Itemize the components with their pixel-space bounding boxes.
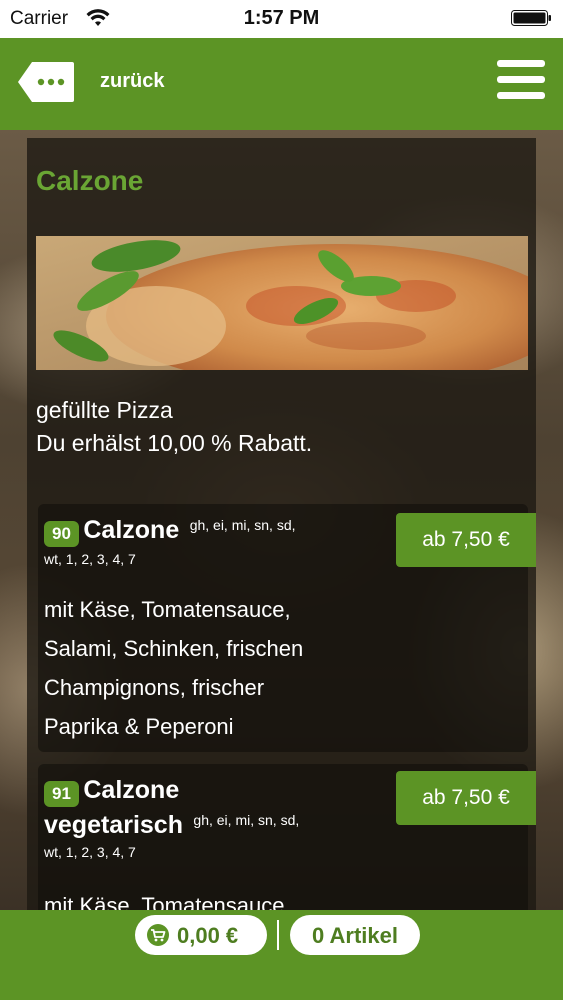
article-count: 0 Artikel [311, 923, 398, 948]
category-title: Calzone [36, 165, 144, 196]
item-description-line: Champignons, frischer [44, 675, 265, 700]
shopping-cart-icon [147, 924, 169, 946]
cart-total-button[interactable]: 0,00 € [135, 915, 267, 955]
discount-line: Du erhälst 10,00 % Rabatt. [36, 430, 313, 456]
divider [277, 920, 279, 950]
price-button[interactable]: ab 7,50 € [396, 513, 536, 567]
item-description: mit Käse, Tomatensauce, Salami, Schinken… [44, 590, 384, 746]
battery-icon [511, 10, 551, 26]
item-allergens: gh, ei, mi, sn, sd, [193, 811, 300, 828]
back-label[interactable]: zurück [100, 70, 164, 93]
item-name: vegetarisch [44, 810, 183, 839]
item-allergens: wt, 1, 2, 3, 4, 7 [44, 843, 136, 860]
item-description-line: mit Käse, Tomatensauce, [44, 597, 291, 622]
status-bar: Carrier 1:57 PM [0, 0, 563, 38]
item-name: Calzone [83, 516, 180, 544]
nav-bar: zurück [0, 38, 563, 130]
item-description-line: Salami, Schinken, frischen [44, 636, 304, 661]
item-header: 90 Calzone gh, ei, mi, sn, sd, wt, 1, 2,… [44, 516, 296, 567]
speech-bubble-back-icon[interactable] [16, 60, 76, 104]
item-number-badge: 91 [44, 780, 79, 807]
status-time: 1:57 PM [243, 7, 320, 29]
description-line: gefüllte Pizza [36, 397, 173, 423]
menu-item[interactable]: 90 Calzone gh, ei, mi, sn, sd, wt, 1, 2,… [38, 504, 536, 752]
cart-total: 0,00 € [177, 923, 239, 948]
calzone-photo [36, 236, 528, 370]
menu-item[interactable]: 91 Calzone vegetarisch gh, ei, mi, sn, s… [38, 764, 536, 924]
item-allergens: wt, 1, 2, 3, 4, 7 [44, 550, 136, 567]
category-description: gefüllte Pizza Du erhälst 10,00 % Rabatt… [36, 394, 516, 460]
cart-bar: 0,00 € 0 Artikel [0, 910, 563, 1000]
item-name: Calzone [83, 776, 180, 804]
item-number-badge: 90 [44, 520, 79, 547]
hamburger-menu-icon[interactable] [497, 60, 545, 102]
price-button[interactable]: ab 7,50 € [396, 771, 536, 825]
item-header: 91 Calzone vegetarisch gh, ei, mi, sn, s… [44, 776, 299, 860]
item-allergens: gh, ei, mi, sn, sd, [189, 517, 296, 533]
article-count-button[interactable]: 0 Artikel [290, 915, 420, 955]
item-description-line: Paprika & Peperoni [44, 714, 234, 739]
